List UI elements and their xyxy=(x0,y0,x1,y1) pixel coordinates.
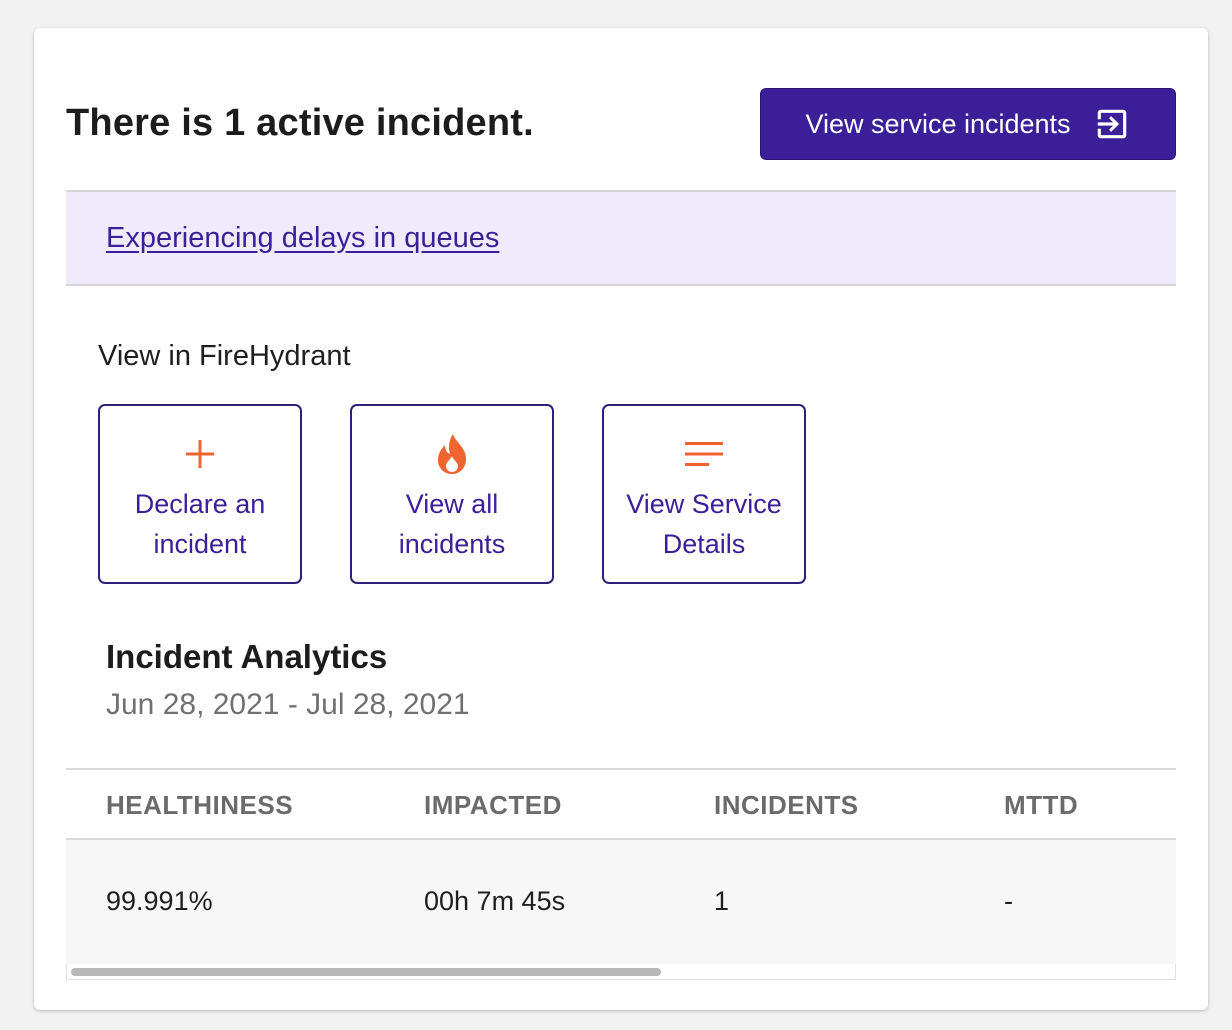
horizontal-scrollbar[interactable] xyxy=(66,964,1176,980)
column-header-healthiness: HEALTHINESS xyxy=(106,790,294,820)
analytics-table-header: HEALTHINESS IMPACTED INCIDENTS MTTD xyxy=(66,770,1176,840)
view-service-incidents-label: View service incidents xyxy=(805,108,1071,139)
column-header-incidents: INCIDENTS xyxy=(714,790,859,820)
active-incidents-heading: There is 1 active incident. xyxy=(66,102,534,144)
incident-analytics-title: Incident Analytics xyxy=(106,638,388,675)
view-all-incidents-button[interactable]: View all incidents xyxy=(350,404,554,584)
declare-incident-label: Declare an incident xyxy=(134,489,266,559)
scrollbar-thumb[interactable] xyxy=(71,968,661,976)
view-service-details-label: View Service Details xyxy=(626,489,782,559)
lines-icon xyxy=(685,434,723,474)
mttd-value: - xyxy=(1004,886,1013,916)
view-all-incidents-label: View all incidents xyxy=(398,489,506,559)
table-row: 99.991% 00h 7m 45s 1 - xyxy=(66,840,1176,964)
healthiness-value: 99.991% xyxy=(106,886,213,916)
plus-icon xyxy=(183,434,217,474)
analytics-table: HEALTHINESS IMPACTED INCIDENTS MTTD 99.9… xyxy=(66,768,1176,980)
incident-analytics-date-range: Jun 28, 2021 - Jul 28, 2021 xyxy=(106,688,470,721)
view-service-details-button[interactable]: View Service Details xyxy=(602,404,806,584)
incidents-card: There is 1 active incident. View service… xyxy=(34,28,1208,1010)
exit-to-app-icon xyxy=(1093,105,1131,143)
impacted-value: 00h 7m 45s xyxy=(424,886,566,916)
active-incident-link[interactable]: Experiencing delays in queues xyxy=(106,222,499,255)
column-header-impacted: IMPACTED xyxy=(424,790,562,820)
card-header: There is 1 active incident. View service… xyxy=(66,88,1176,160)
active-incident-banner: Experiencing delays in queues xyxy=(66,190,1176,286)
declare-incident-button[interactable]: Declare an incident xyxy=(98,404,302,584)
column-header-mttd: MTTD xyxy=(1004,790,1079,820)
incidents-value: 1 xyxy=(714,886,730,916)
flame-icon xyxy=(434,434,470,474)
view-service-incidents-button[interactable]: View service incidents xyxy=(760,88,1176,160)
firehydrant-section-label: View in FireHydrant xyxy=(98,340,351,372)
